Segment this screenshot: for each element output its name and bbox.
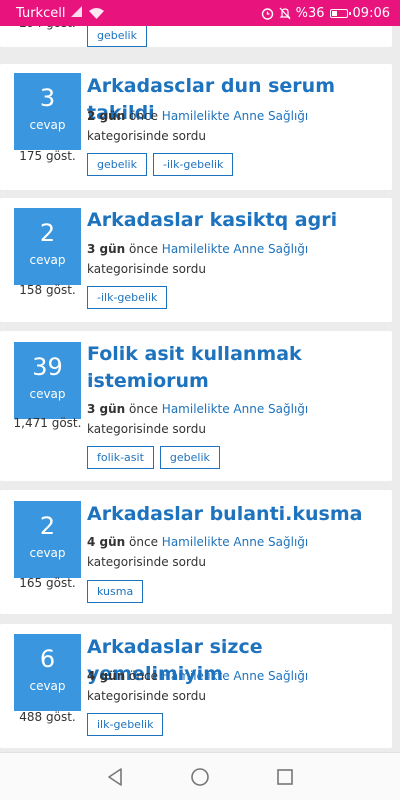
answer-count-box: 3 cevap bbox=[14, 73, 81, 150]
answer-count: 39 bbox=[32, 353, 63, 381]
question-meta: 2 gün önce Hamilelikte Anne Sağlığı kate… bbox=[87, 106, 387, 146]
answer-count: 2 bbox=[39, 219, 56, 247]
question-card[interactable]: 39 cevap 1,471 göst. Folik asit kullanma… bbox=[0, 331, 392, 481]
answer-count: 6 bbox=[39, 645, 56, 673]
category-suffix: kategorisinde sordu bbox=[87, 689, 206, 703]
ago-word: önce bbox=[129, 402, 158, 416]
view-count: 158 göst. bbox=[19, 283, 76, 297]
clock: 09:06 bbox=[352, 5, 390, 21]
answer-count-label: cevap bbox=[29, 387, 66, 401]
question-card[interactable]: 2 cevap 158 göst. Arkadaslar kasiktq agr… bbox=[0, 198, 392, 322]
view-count: 165 göst. bbox=[19, 576, 76, 590]
tag-list: folik-asit gebelik bbox=[87, 446, 220, 469]
question-meta: 4 gün önce Hamilelikte Anne Sağlığı kate… bbox=[87, 532, 387, 572]
question-meta: 4 gün önce Hamilelikte Anne Sağlığı kate… bbox=[87, 666, 387, 706]
answer-count-label: cevap bbox=[29, 253, 66, 267]
category-link[interactable]: Hamilelikte Anne Sağlığı bbox=[162, 402, 308, 416]
mute-icon bbox=[279, 7, 291, 20]
tag[interactable]: folik-asit bbox=[87, 446, 154, 469]
answer-count-label: cevap bbox=[29, 679, 66, 693]
view-count: 175 göst. bbox=[19, 149, 76, 163]
carrier-name: Turkcell bbox=[16, 5, 66, 21]
answer-count: 3 bbox=[39, 84, 56, 112]
tag[interactable]: -ilk-gebelik bbox=[87, 286, 168, 309]
circle-home-icon[interactable] bbox=[188, 765, 212, 789]
question-meta: 3 gün önce Hamilelikte Anne Sağlığı kate… bbox=[87, 399, 387, 439]
signal-icon bbox=[71, 5, 83, 21]
answer-count-box: 6 cevap bbox=[14, 634, 81, 711]
question-title[interactable]: Arkadaslar bulanti.kusma bbox=[87, 501, 387, 528]
ago-word: önce bbox=[129, 242, 158, 256]
question-title[interactable]: Arkadaslar kasiktq agri bbox=[87, 207, 387, 234]
answer-count-label: cevap bbox=[29, 546, 66, 560]
ago-word: önce bbox=[129, 669, 158, 683]
tag[interactable]: -ilk-gebelik bbox=[152, 153, 234, 176]
category-link[interactable]: Hamilelikte Anne Sağlığı bbox=[162, 669, 308, 683]
view-count: 488 göst. bbox=[19, 710, 76, 724]
battery-icon bbox=[329, 8, 351, 18]
question-card[interactable]: 6 cevap 488 göst. Arkadaslar sizce yemel… bbox=[0, 624, 392, 748]
question-age: 2 gün bbox=[87, 109, 126, 123]
question-age: 3 gün bbox=[87, 402, 126, 416]
alarm-icon bbox=[261, 7, 274, 20]
tag[interactable]: gebelik bbox=[159, 446, 220, 469]
answer-count: 2 bbox=[39, 512, 56, 540]
question-title[interactable]: Folik asit kullanmak istemiorum bbox=[87, 341, 387, 395]
tag-list: -ilk-gebelik bbox=[87, 286, 168, 309]
tag[interactable]: gebelik bbox=[87, 24, 147, 47]
category-suffix: kategorisinde sordu bbox=[87, 129, 206, 143]
tag-list: ilk-gebelik bbox=[87, 713, 164, 736]
battery-percent: %36 bbox=[295, 5, 325, 21]
ago-word: önce bbox=[129, 535, 158, 549]
answer-count-label: cevap bbox=[29, 118, 66, 132]
category-suffix: kategorisinde sordu bbox=[87, 555, 206, 569]
tag-list: gebelik -ilk-gebelik bbox=[87, 153, 234, 176]
android-nav-bar bbox=[0, 752, 400, 800]
category-suffix: kategorisinde sordu bbox=[87, 262, 206, 276]
wifi-icon bbox=[89, 7, 105, 19]
question-card[interactable]: 2 cevap 165 göst. Arkadaslar bulanti.kus… bbox=[0, 490, 392, 614]
tag-list: gebelik bbox=[87, 24, 147, 47]
question-meta: 3 gün önce Hamilelikte Anne Sağlığı kate… bbox=[87, 239, 387, 279]
status-bar: Turkcell %36 09:06 bbox=[0, 0, 400, 26]
tag[interactable]: gebelik bbox=[87, 153, 147, 176]
answer-count-box: 2 cevap bbox=[14, 208, 81, 285]
tag[interactable]: ilk-gebelik bbox=[87, 713, 164, 736]
triangle-back-icon[interactable] bbox=[103, 765, 127, 789]
tag[interactable]: kusma bbox=[87, 580, 144, 603]
category-link[interactable]: Hamilelikte Anne Sağlığı bbox=[162, 242, 308, 256]
category-link[interactable]: Hamilelikte Anne Sağlığı bbox=[162, 109, 308, 123]
answer-count-box: 39 cevap bbox=[14, 342, 81, 419]
question-age: 4 gün bbox=[87, 669, 126, 683]
question-age: 4 gün bbox=[87, 535, 126, 549]
question-feed[interactable]: 294 göst. gebelik 3 cevap 175 göst. Arka… bbox=[0, 0, 400, 752]
answer-count-box: 2 cevap bbox=[14, 501, 81, 578]
question-card[interactable]: 3 cevap 175 göst. Arkadasclar dun serum … bbox=[0, 64, 392, 190]
category-suffix: kategorisinde sordu bbox=[87, 422, 206, 436]
category-link[interactable]: Hamilelikte Anne Sağlığı bbox=[162, 535, 308, 549]
ago-word: önce bbox=[129, 109, 158, 123]
view-count: 1,471 göst. bbox=[13, 416, 82, 430]
square-recents-icon[interactable] bbox=[273, 765, 297, 789]
question-age: 3 gün bbox=[87, 242, 126, 256]
tag-list: kusma bbox=[87, 580, 144, 603]
